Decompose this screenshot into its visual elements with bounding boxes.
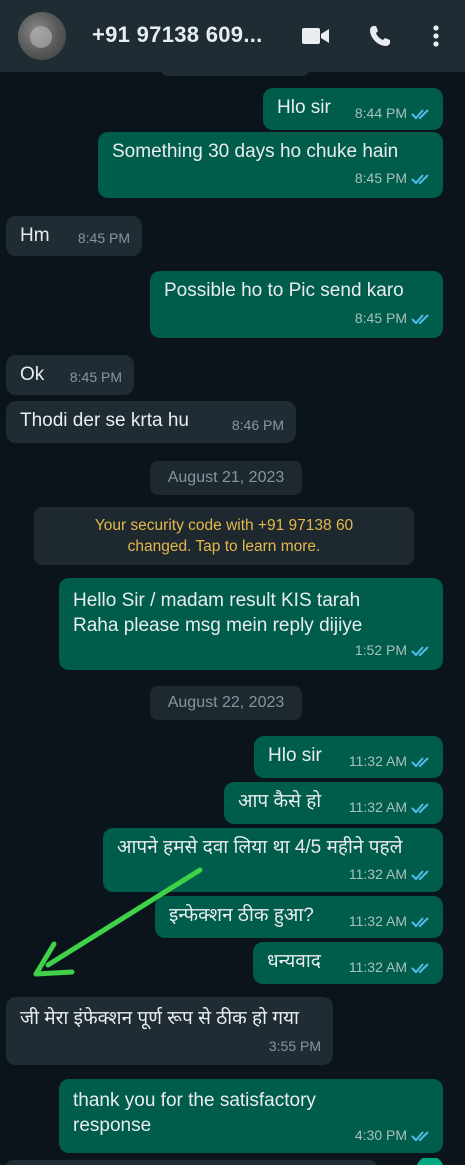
voice-call-icon[interactable] — [366, 22, 394, 50]
annotation-arrow-icon — [33, 867, 203, 977]
more-options-icon[interactable] — [422, 22, 450, 50]
message-list[interactable]: Hlo sir 8:44 PM Something 30 days ho chu… — [0, 72, 465, 1165]
contact-avatar[interactable] — [18, 12, 66, 60]
contact-name[interactable]: +91 97138 609... — [92, 22, 263, 48]
chat-header: +91 97138 609... — [0, 0, 465, 72]
video-call-icon[interactable] — [302, 22, 330, 50]
